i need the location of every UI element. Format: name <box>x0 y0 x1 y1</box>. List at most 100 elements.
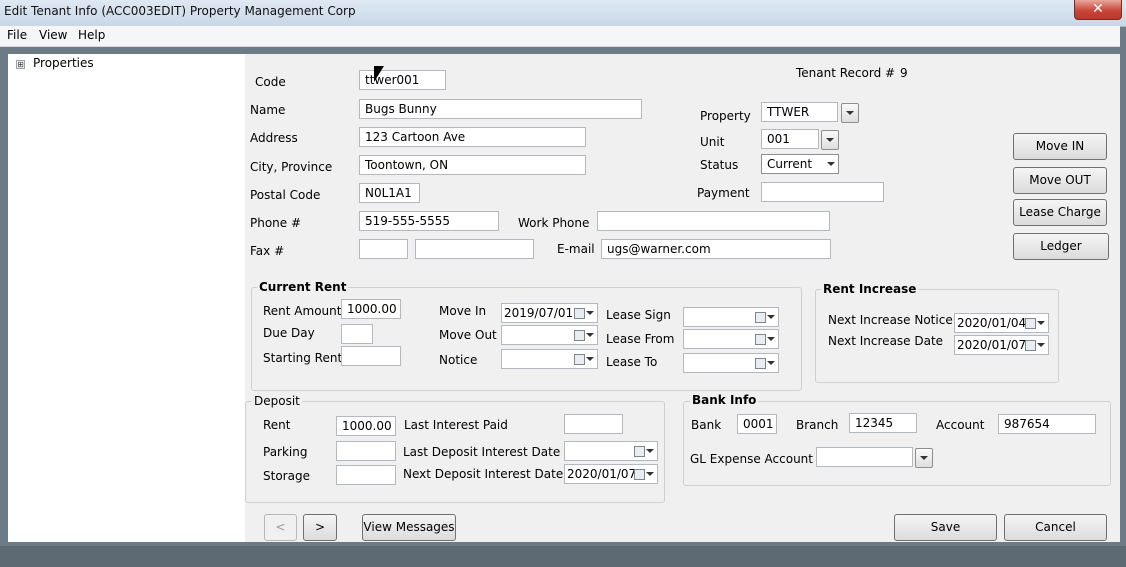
calendar-icon <box>574 354 585 365</box>
chevron-down-icon <box>586 311 594 315</box>
property-field[interactable]: TTWER <box>761 102 838 122</box>
phone-label: Phone # <box>250 216 302 230</box>
notice-date-label: Notice <box>439 353 478 367</box>
current-rent-title: Current Rent <box>257 280 349 294</box>
view-messages-button[interactable]: View Messages <box>362 514 456 541</box>
due-day-label: Due Day <box>263 326 315 340</box>
gl-expense-account-dropdown-button[interactable] <box>915 448 933 468</box>
window-title: Edit Tenant Info (ACC003EDIT) Property M… <box>4 4 356 18</box>
due-day-field[interactable] <box>341 324 373 344</box>
last-deposit-interest-date-picker[interactable] <box>564 441 658 461</box>
property-label: Property <box>700 109 751 123</box>
mouse-pointer-icon <box>374 66 384 82</box>
branch-field[interactable]: 12345 <box>849 413 917 433</box>
chevron-down-icon <box>767 337 775 341</box>
calendar-icon <box>1025 318 1036 329</box>
deposit-rent-field[interactable]: 1000.00 <box>336 416 396 436</box>
ledger-button[interactable]: Ledger <box>1013 233 1109 260</box>
previous-record-button[interactable]: < <box>264 514 297 541</box>
gl-expense-account-field[interactable] <box>816 447 913 467</box>
address-label: Address <box>250 131 298 145</box>
cancel-button[interactable]: Cancel <box>1004 514 1107 541</box>
account-field[interactable]: 987654 <box>998 414 1096 434</box>
deposit-rent-label: Rent <box>263 418 291 432</box>
name-field[interactable]: Bugs Bunny <box>359 99 642 119</box>
calendar-icon <box>755 334 766 345</box>
work-phone-label: Work Phone <box>518 216 590 230</box>
next-deposit-interest-date-picker[interactable]: 2020/01/07 <box>564 464 658 484</box>
next-record-button[interactable]: > <box>303 514 337 541</box>
lease-from-label: Lease From <box>606 332 675 346</box>
next-deposit-interest-date-value: 2020/01/07 <box>567 467 637 481</box>
code-field[interactable]: ttwer001 <box>359 70 446 90</box>
tenant-record-label: Tenant Record # <box>796 66 896 80</box>
chevron-down-icon <box>646 449 654 453</box>
property-dropdown-button[interactable] <box>841 103 859 123</box>
close-icon: ✕ <box>1092 1 1104 17</box>
tree-node-properties[interactable]: Properties <box>33 56 94 70</box>
name-label: Name <box>250 103 286 117</box>
payment-label: Payment <box>697 186 750 200</box>
chevron-down-icon <box>586 357 594 361</box>
chevron-down-icon <box>586 333 594 337</box>
chevron-down-icon <box>767 315 775 319</box>
work-phone-field[interactable] <box>597 211 830 231</box>
rent-amount-field[interactable]: 1000.00 <box>341 299 401 319</box>
unit-dropdown-button[interactable] <box>821 130 839 150</box>
starting-rent-field[interactable] <box>341 346 401 366</box>
menu-help[interactable]: Help <box>78 28 105 42</box>
move-in-date-picker[interactable]: 2019/07/01 <box>501 303 598 323</box>
move-out-date-picker[interactable] <box>501 325 598 345</box>
parking-field[interactable] <box>336 441 396 461</box>
fax-area-field[interactable] <box>359 239 408 259</box>
last-interest-paid-label: Last Interest Paid <box>404 418 508 432</box>
last-deposit-interest-date-label: Last Deposit Interest Date <box>403 445 561 459</box>
notice-date-picker[interactable] <box>501 349 598 369</box>
next-increase-notice-label: Next Increase Notice <box>828 313 953 327</box>
city-province-field[interactable]: Toontown, ON <box>359 155 586 175</box>
unit-label: Unit <box>700 135 725 149</box>
calendar-icon <box>755 358 766 369</box>
starting-rent-label: Starting Rent <box>263 351 343 365</box>
address-field[interactable]: 123 Cartoon Ave <box>359 127 586 147</box>
chevron-down-icon <box>646 472 654 476</box>
email-field[interactable]: ugs@warner.com <box>601 239 831 259</box>
postal-code-label: Postal Code <box>250 188 321 202</box>
next-increase-notice-value: 2020/01/04 <box>957 316 1027 330</box>
next-deposit-interest-date-label: Next Deposit Interest Date <box>403 467 564 481</box>
lease-to-date-picker[interactable] <box>683 353 779 373</box>
menu-view[interactable]: View <box>39 28 67 42</box>
chevron-down-icon <box>826 138 834 142</box>
payment-field[interactable] <box>761 182 884 202</box>
move-out-button[interactable]: Move OUT <box>1013 167 1107 194</box>
last-interest-paid-field[interactable] <box>564 414 623 434</box>
fax-label: Fax # <box>250 244 285 258</box>
next-increase-date-picker[interactable]: 2020/01/07 <box>954 335 1049 355</box>
bank-number-field[interactable]: 0001 <box>737 414 777 434</box>
lease-charge-button[interactable]: Lease Charge <box>1013 199 1107 226</box>
chevron-down-icon <box>920 456 928 460</box>
lease-from-date-picker[interactable] <box>683 329 779 349</box>
fax-field[interactable] <box>415 239 534 259</box>
next-increase-notice-date-picker[interactable]: 2020/01/04 <box>954 313 1049 333</box>
tenant-record-number: 9 <box>900 66 908 80</box>
rent-increase-title: Rent Increase <box>821 282 919 296</box>
save-button[interactable]: Save <box>894 514 997 541</box>
window-title-bar: Edit Tenant Info (ACC003EDIT) Property M… <box>0 0 1126 27</box>
unit-field[interactable]: 001 <box>761 129 819 149</box>
close-window-button[interactable]: ✕ <box>1074 0 1122 20</box>
postal-code-field[interactable]: N0L1A1 <box>359 183 420 203</box>
storage-label: Storage <box>263 469 310 483</box>
lease-sign-date-picker[interactable] <box>683 307 779 327</box>
phone-field[interactable]: 519-555-5555 <box>359 211 499 231</box>
move-in-button[interactable]: Move IN <box>1013 133 1107 160</box>
calendar-icon <box>634 446 645 457</box>
menu-file[interactable]: File <box>7 28 27 42</box>
chevron-down-icon <box>827 162 835 166</box>
storage-field[interactable] <box>336 465 396 485</box>
status-label: Status <box>700 158 739 172</box>
calendar-icon <box>574 308 585 319</box>
status-select[interactable]: Current <box>761 154 839 174</box>
tree-expand-icon[interactable]: ⊞ <box>16 60 25 69</box>
parking-label: Parking <box>263 445 308 459</box>
